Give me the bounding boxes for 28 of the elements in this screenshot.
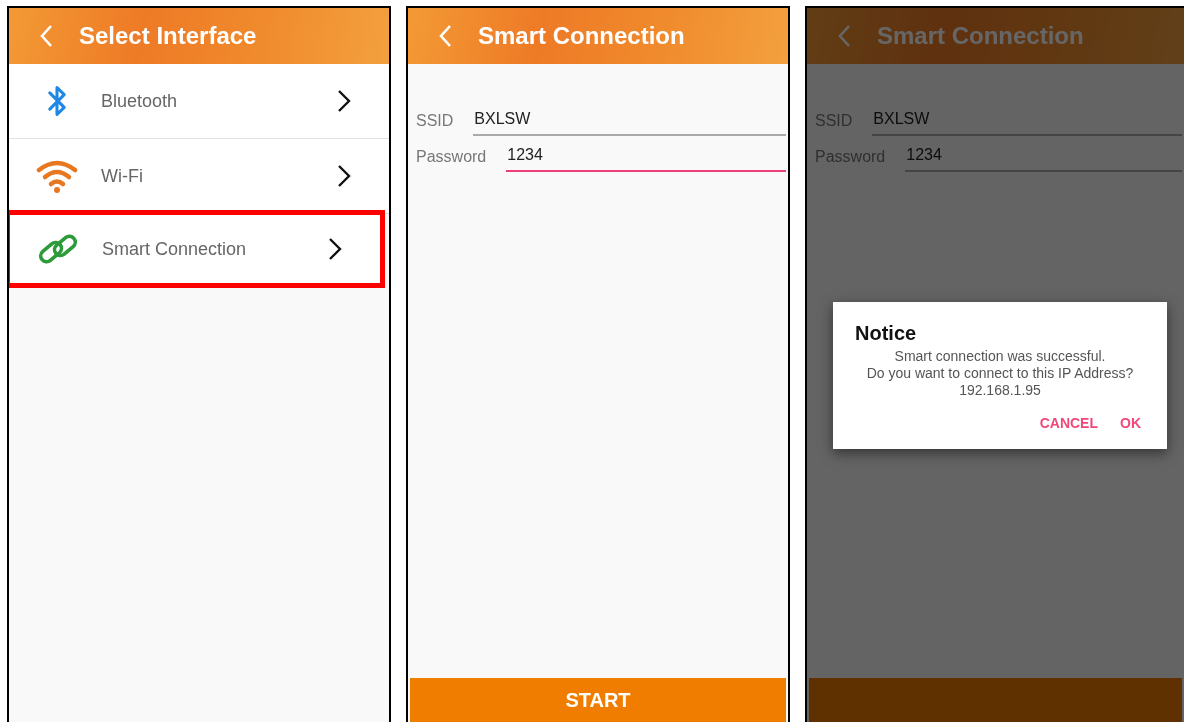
- input-field[interactable]: BXLSW: [473, 110, 786, 136]
- back-icon[interactable]: [837, 24, 851, 48]
- chevron-icon: [337, 164, 351, 188]
- dialog-message: 192.168.1.95: [958, 382, 1042, 399]
- input-field[interactable]: BXLSW: [872, 110, 1182, 136]
- dialog-message: Smart connection was successful.: [893, 348, 1107, 365]
- dialog-button[interactable]: OK: [1116, 415, 1145, 431]
- interface-item[interactable]: Bluetooth: [9, 64, 389, 139]
- field-label: SSID: [416, 112, 455, 131]
- chevron-icon: [328, 237, 342, 261]
- back-icon[interactable]: [438, 24, 452, 48]
- screen-title: Select Interface: [79, 22, 257, 50]
- dialog-button[interactable]: CANCEL: [1035, 415, 1102, 431]
- wifi-icon: [35, 158, 79, 194]
- input-field[interactable]: 1234: [506, 146, 786, 172]
- input-field[interactable]: 1234: [905, 146, 1182, 172]
- screen-title: Smart Connection: [478, 22, 685, 50]
- interface-label: Bluetooth: [101, 90, 179, 112]
- dialog-title: Notice: [854, 322, 918, 346]
- field-label: Password: [416, 148, 488, 167]
- dialog-message: Do you want to connect to this IP Address?: [865, 365, 1135, 382]
- interface-label: Smart Connection: [102, 238, 248, 260]
- interface-item[interactable]: Wi-Fi: [9, 139, 389, 214]
- back-icon[interactable]: [39, 24, 53, 48]
- screen-title: Smart Connection: [877, 22, 1084, 50]
- chevron-icon: [337, 89, 351, 113]
- interface-label: Wi-Fi: [101, 165, 144, 187]
- interface-item[interactable]: Smart Connection: [9, 210, 385, 288]
